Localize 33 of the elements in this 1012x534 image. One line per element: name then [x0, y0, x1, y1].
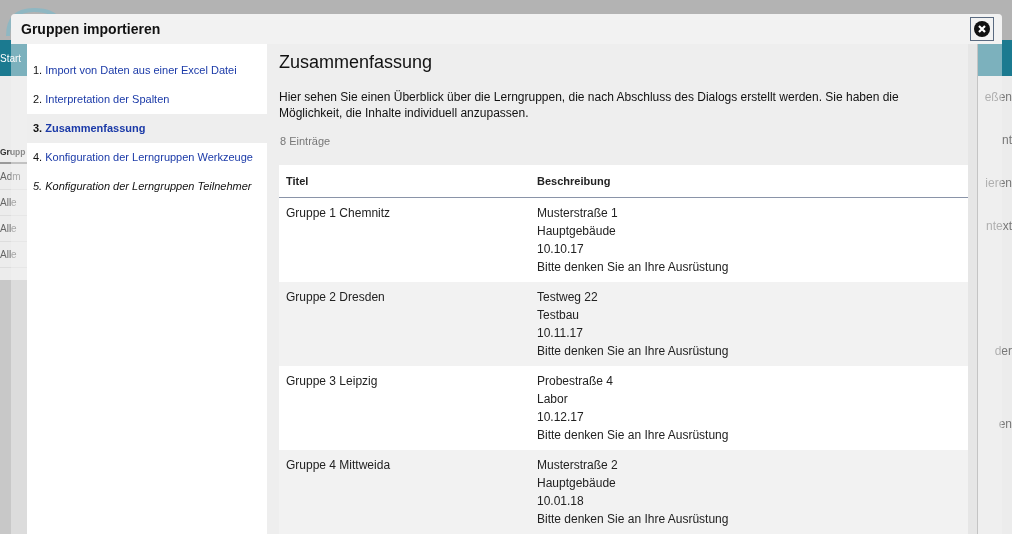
- description-line: Bitte denken Sie an Ihre Ausrüstung: [537, 259, 730, 276]
- section-heading: Zusammenfassung: [279, 52, 434, 73]
- description-line: Bitte denken Sie an Ihre Ausrüstung: [537, 511, 730, 528]
- description-line: Bitte denken Sie an Ihre Ausrüstung: [537, 427, 730, 444]
- nav-link[interactable]: Start: [0, 52, 22, 64]
- table-cell: Gruppe 3 Leipzig: [279, 366, 530, 450]
- scrollbar-track[interactable]: [968, 44, 978, 534]
- description-line: Bitte denken Sie an Ihre Ausrüstung: [537, 343, 730, 360]
- column-header: Beschreibung: [530, 165, 968, 198]
- description-line: 10.10.17: [537, 241, 585, 258]
- step-link[interactable]: 2. Interpretation der Spalten: [27, 85, 267, 114]
- table-cell: Gruppe 2 Dresden: [279, 282, 530, 366]
- dialog-title: Gruppen importieren: [21, 21, 161, 37]
- description-line: Hauptgebäude: [537, 475, 617, 492]
- step-link[interactable]: 3. Zusammenfassung: [27, 114, 267, 143]
- table-cell: Gruppe 1 Chemnitz: [279, 197, 530, 282]
- description-line: Hauptgebäude: [537, 223, 617, 240]
- entry-count: 8 Einträge: [280, 135, 332, 147]
- description-line: 10.01.18: [537, 493, 585, 510]
- description-line: Probestraße 4: [537, 373, 615, 390]
- description-line: 10.11.17: [537, 325, 584, 342]
- table-cell: Gruppe 4 Mittweida: [279, 450, 530, 534]
- step-link[interactable]: 1. Import von Daten aus einer Excel Datei: [27, 56, 267, 85]
- description-line: Testweg 22: [537, 289, 599, 306]
- close-icon: [974, 21, 990, 37]
- description-line: Musterstraße 2: [537, 457, 619, 474]
- description-line: Labor: [537, 391, 569, 408]
- description-line: Musterstraße 1: [537, 205, 619, 222]
- description-line: 10.12.17: [537, 409, 585, 426]
- column-header: Titel: [279, 165, 530, 198]
- description-line: Testbau: [537, 307, 581, 324]
- close-button[interactable]: [970, 17, 994, 41]
- intro-text: Hier sehen Sie einen Überblick über die Lerngruppen, die nach Abschluss des Dialogs erstellt werden. Sie haben die Möglichkeit, die Inhalte individuell anzupassen.: [279, 89, 900, 121]
